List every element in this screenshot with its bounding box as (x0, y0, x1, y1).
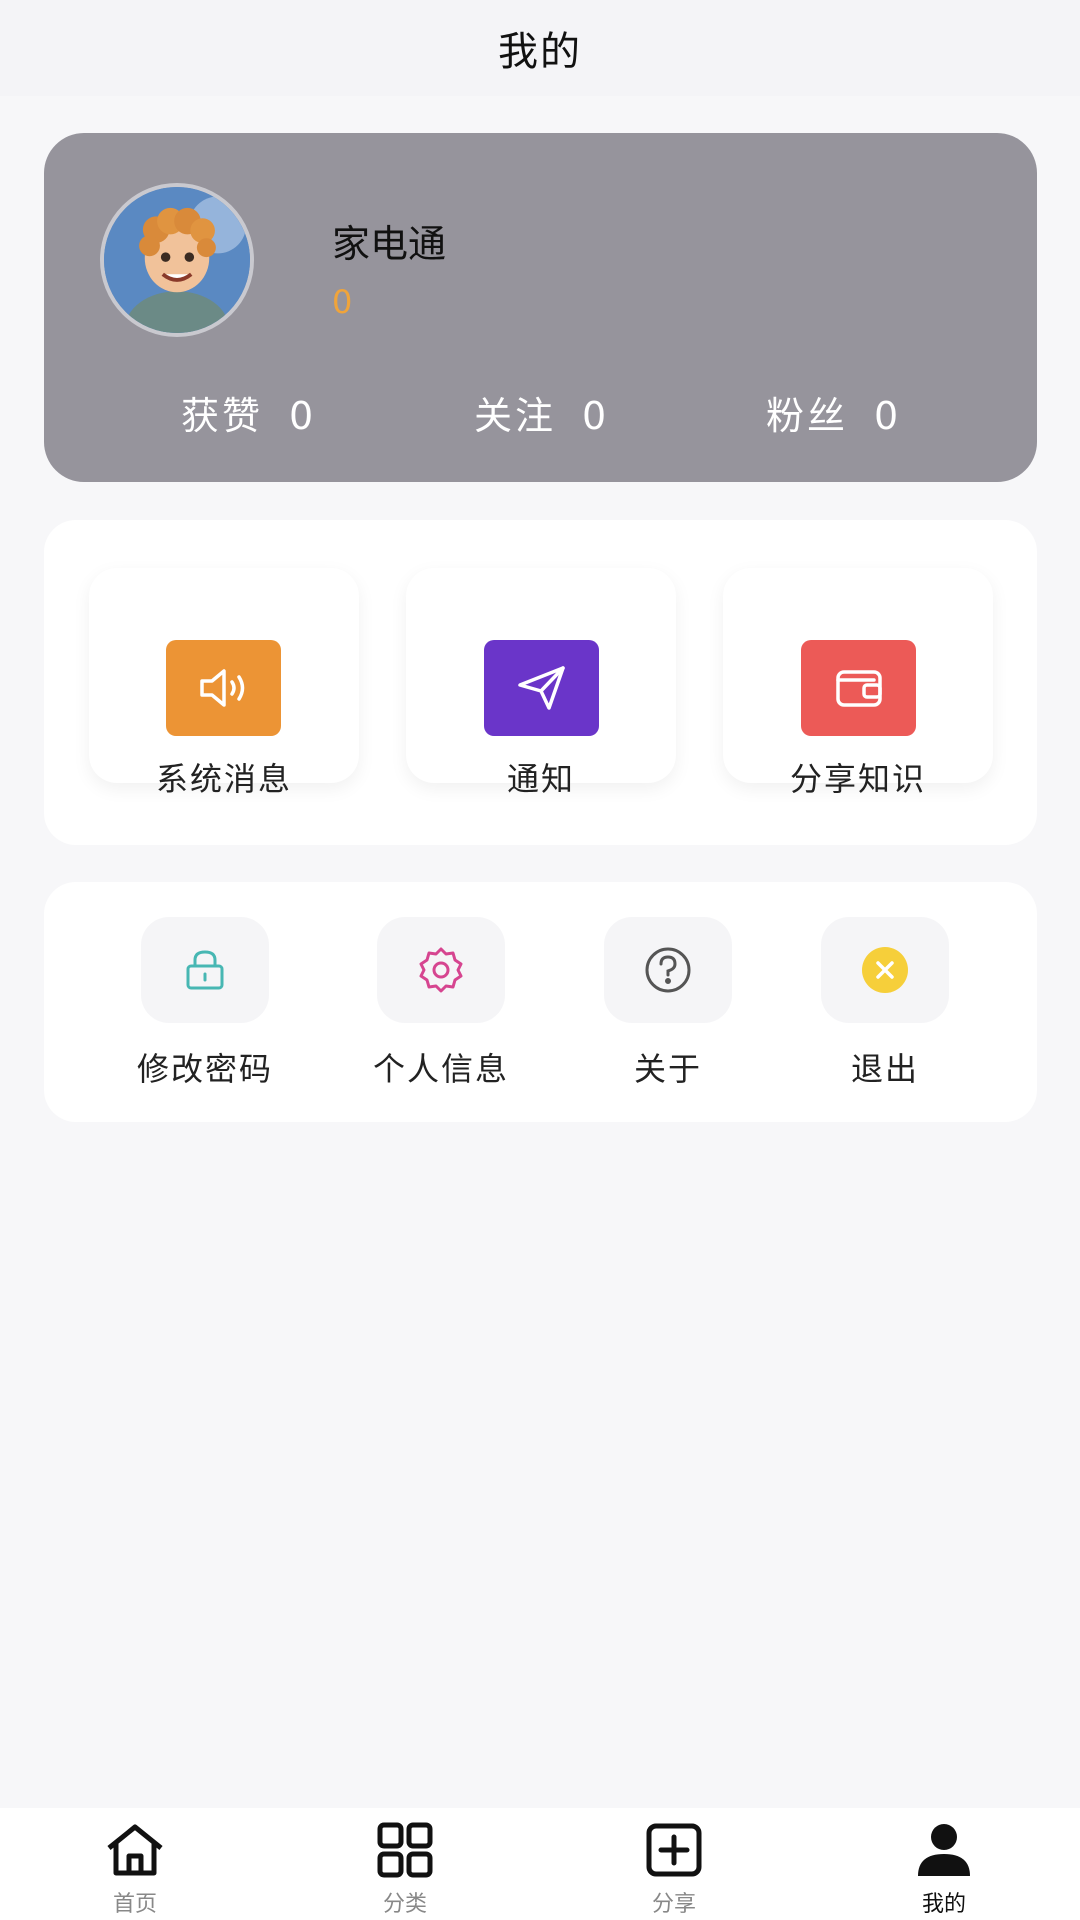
top-bar: 我的 (0, 0, 1080, 96)
stat-followers[interactable]: 粉丝 0 (766, 385, 898, 440)
user-icon (918, 1824, 970, 1876)
stat-label: 获赞 (181, 394, 264, 438)
menu-card: 系统消息 通知 分享知识 (44, 520, 1037, 845)
tab-me[interactable]: 我的 (864, 1822, 1024, 1918)
tab-label: 首页 (112, 1892, 157, 1917)
stat-likes[interactable]: 获赞 0 (181, 385, 313, 440)
menu-item-notifications[interactable]: 通知 (406, 568, 676, 798)
menu-item-share-knowledge[interactable]: 分享知识 (723, 568, 993, 798)
stat-value: 0 (874, 394, 899, 438)
tab-label: 分享 (651, 1892, 696, 1917)
profile-card: 家电通 0 获赞 0 关注 0 粉丝 0 (44, 133, 1037, 482)
tool-label: 个人信息 (372, 1050, 509, 1088)
tab-label: 分类 (382, 1892, 427, 1917)
menu-item-label: 分享知识 (789, 760, 926, 798)
plus-square-icon (646, 1823, 702, 1877)
bottom-tab-bar: 首页 分类 分享 我的 (0, 1808, 1080, 1920)
stat-label: 关注 (474, 394, 557, 438)
stat-following[interactable]: 关注 0 (474, 385, 606, 440)
home-icon (107, 1824, 163, 1876)
avatar[interactable] (100, 183, 254, 337)
send-icon (484, 640, 599, 736)
tools-card: 修改密码 个人信息 关于 退出 (44, 882, 1037, 1122)
wallet-icon (801, 640, 916, 736)
tool-label: 修改密码 (136, 1050, 273, 1088)
menu-item-label: 通知 (506, 760, 575, 798)
gear-icon (377, 917, 505, 1023)
user-sub-value: 0 (332, 283, 353, 321)
tool-label: 关于 (633, 1050, 702, 1088)
tab-share[interactable]: 分享 (594, 1822, 754, 1918)
speaker-icon (166, 640, 281, 736)
page-title: 我的 (498, 29, 582, 75)
tab-label: 我的 (921, 1892, 966, 1917)
stat-value: 0 (582, 394, 607, 438)
tab-home[interactable]: 首页 (55, 1822, 215, 1918)
tab-categories[interactable]: 分类 (325, 1822, 485, 1918)
username: 家电通 (332, 222, 447, 266)
stat-label: 粉丝 (766, 394, 849, 438)
question-icon (604, 917, 732, 1023)
close-icon (821, 917, 949, 1023)
stat-value: 0 (289, 394, 314, 438)
tool-label: 退出 (850, 1050, 919, 1088)
grid-icon (377, 1822, 433, 1878)
menu-item-system-messages[interactable]: 系统消息 (89, 568, 359, 798)
lock-icon (141, 917, 269, 1023)
menu-item-label: 系统消息 (155, 760, 292, 798)
